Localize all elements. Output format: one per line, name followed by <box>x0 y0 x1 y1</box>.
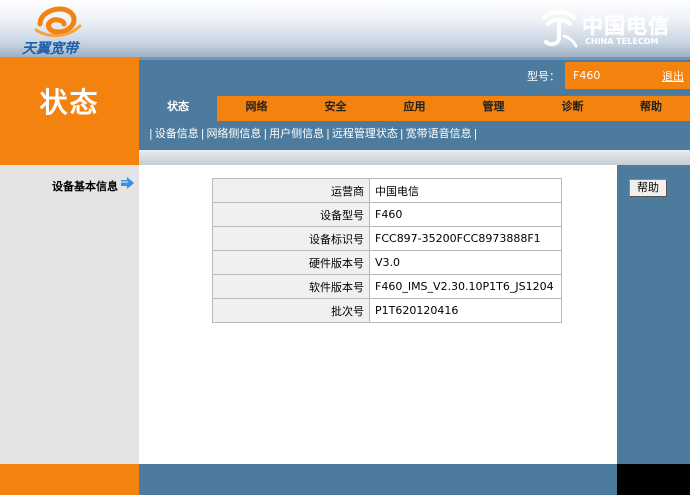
help-button[interactable]: 帮助 <box>629 179 667 197</box>
tab-diagnostics[interactable]: 诊断 <box>533 96 612 121</box>
row-value: V3.0 <box>369 250 562 275</box>
page-title: 状态 <box>39 86 100 119</box>
sub-navigation: | 设备信息 | 网络侧信息 | 用户侧信息 | 远程管理状态 | 宽带语音信息 | <box>149 127 478 140</box>
table-row: 设备型号 F460 <box>212 202 562 227</box>
device-info-table: 运营商 中国电信 设备型号 F460 设备标识号 FCC897-35200FCC… <box>212 178 562 323</box>
tianyi-logo-icon <box>34 6 82 37</box>
tab-management[interactable]: 管理 <box>454 96 533 121</box>
main-content: 运营商 中国电信 设备型号 F460 设备标识号 FCC897-35200FCC… <box>139 165 617 464</box>
row-value: FCC897-35200FCC8973888F1 <box>369 226 562 251</box>
row-label: 设备标识号 <box>212 226 370 251</box>
main-tabs: 状态 网络 安全 应用 管理 诊断 帮助 <box>139 96 690 121</box>
row-value: F460_IMS_V2.30.10P1T6_JS1204 <box>369 274 562 299</box>
model-box: F460 退出 <box>565 62 690 89</box>
footer-left <box>0 464 139 495</box>
tab-network[interactable]: 网络 <box>217 96 296 121</box>
subnav-network-side-info[interactable]: 网络侧信息 <box>206 127 261 140</box>
row-label: 批次号 <box>212 298 370 323</box>
section-title-block: 状态 <box>0 57 139 165</box>
subnav-user-side-info[interactable]: 用户侧信息 <box>269 127 324 140</box>
table-row: 软件版本号 F460_IMS_V2.30.10P1T6_JS1204 <box>212 274 562 299</box>
row-label: 运营商 <box>212 178 370 203</box>
top-navigation-bar: 型号： F460 退出 状态 网络 安全 应用 管理 诊断 帮助 | 设备信息 | 网… <box>139 57 690 150</box>
model-label: 型号： <box>527 70 560 83</box>
arrow-right-icon <box>121 177 134 189</box>
table-row: 运营商 中国电信 <box>212 178 562 203</box>
tab-security[interactable]: 安全 <box>296 96 375 121</box>
subnav-remote-management-status[interactable]: 远程管理状态 <box>332 127 398 140</box>
row-label: 设备型号 <box>212 202 370 227</box>
subnav-device-info[interactable]: 设备信息 <box>155 127 199 140</box>
divider <box>139 57 690 60</box>
sidebar: 设备基本信息 <box>0 165 139 464</box>
model-value: F460 <box>573 69 601 82</box>
tab-application[interactable]: 应用 <box>375 96 454 121</box>
china-telecom-logo: 中国电信 CHINA TELECOM <box>540 8 685 50</box>
brand-left-text: 天翼宽带 <box>22 41 78 57</box>
subnav-broadband-voice-info[interactable]: 宽带语音信息 <box>406 127 472 140</box>
header-banner: 天翼宽带 中国电信 CHINA TELECOM <box>0 0 690 57</box>
tab-help[interactable]: 帮助 <box>612 96 690 121</box>
table-row: 硬件版本号 V3.0 <box>212 250 562 275</box>
logout-link[interactable]: 退出 <box>662 68 684 84</box>
row-label: 软件版本号 <box>212 274 370 299</box>
row-value: F460 <box>369 202 562 227</box>
row-value: 中国电信 <box>369 178 562 203</box>
table-row: 设备标识号 FCC897-35200FCC8973888F1 <box>212 226 562 251</box>
footer-right <box>617 464 690 495</box>
china-telecom-icon <box>542 10 578 48</box>
tianyi-broadband-logo: 天翼宽带 <box>22 4 102 57</box>
divider-band <box>139 150 690 165</box>
tab-status[interactable]: 状态 <box>139 96 217 121</box>
sidebar-item-device-basic-info[interactable]: 设备基本信息 <box>52 178 118 194</box>
brand-right-en: CHINA TELECOM <box>585 37 659 46</box>
row-label: 硬件版本号 <box>212 250 370 275</box>
footer-middle <box>139 464 617 495</box>
row-value: P1T620120416 <box>369 298 562 323</box>
table-row: 批次号 P1T620120416 <box>212 298 562 323</box>
right-panel: 帮助 <box>617 165 690 464</box>
brand-right-cn: 中国电信 <box>582 14 670 38</box>
